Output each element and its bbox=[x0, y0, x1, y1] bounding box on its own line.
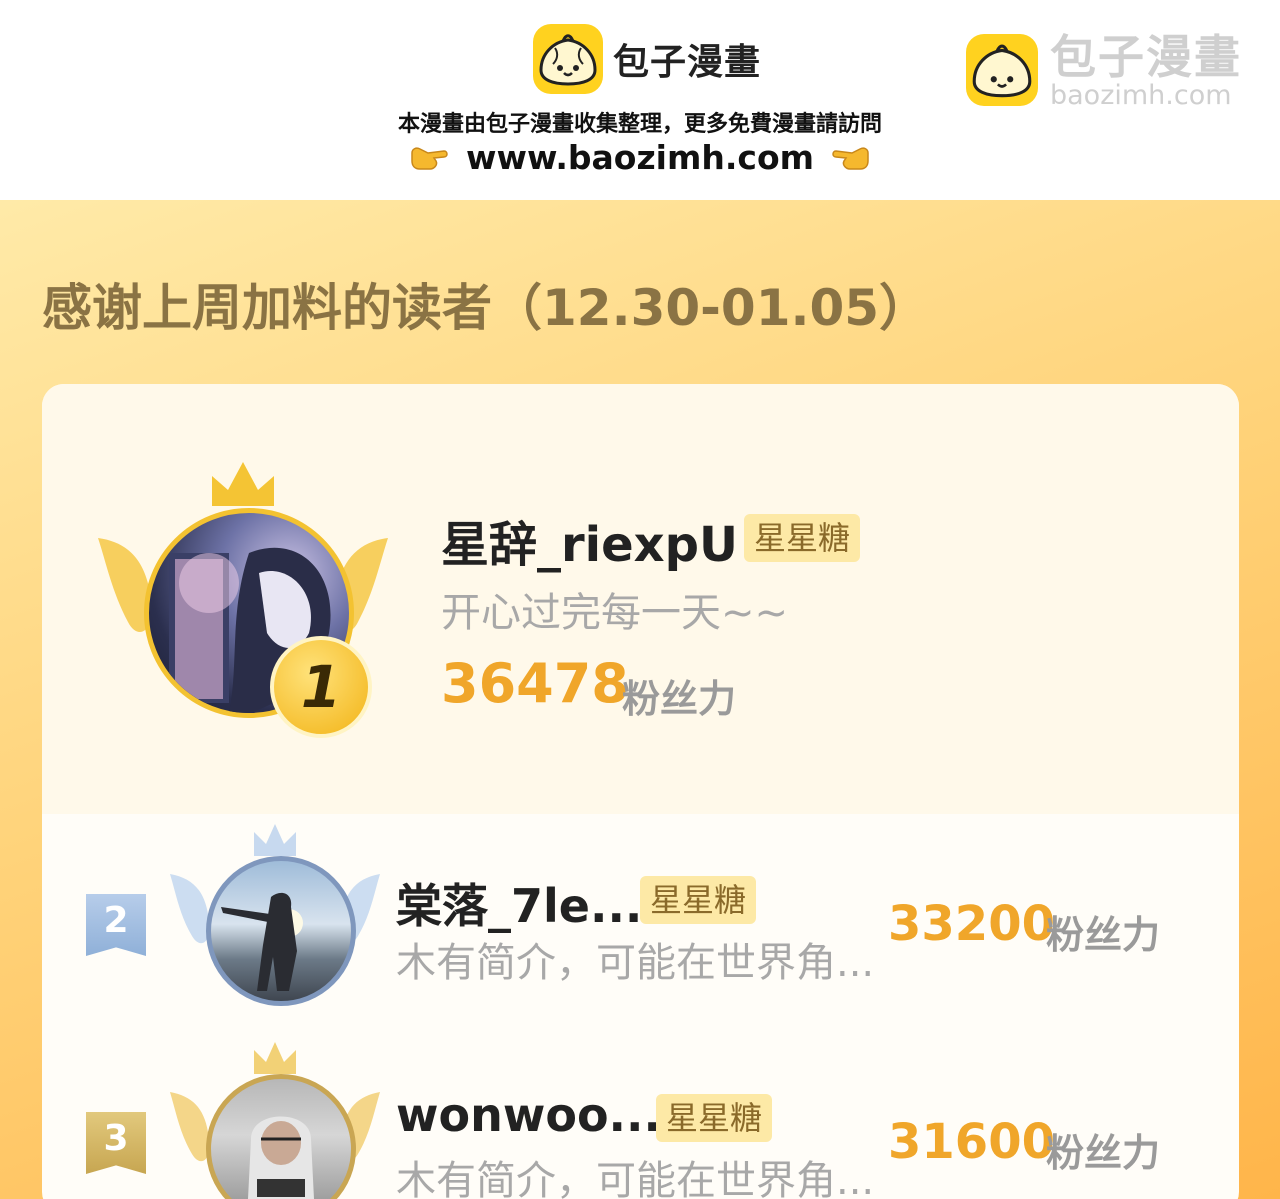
reader-2-bio: 木有简介，可能在世界角... bbox=[396, 940, 875, 986]
pointing-left-icon bbox=[832, 146, 869, 170]
reader-3-score-unit: 粉丝力 bbox=[1046, 1131, 1161, 1175]
reader-3-badge: 星星糖 bbox=[656, 1094, 773, 1142]
watermark-url: baozimh.com bbox=[1050, 80, 1232, 111]
rank-3-number: 3 bbox=[103, 1118, 129, 1159]
banner-title: 感谢上周加料的读者（12.30-01.05） bbox=[42, 279, 930, 337]
top-reader-score: 36478 bbox=[441, 652, 629, 715]
reader-3-score: 31600 bbox=[888, 1114, 1055, 1170]
logo-text: 包子漫畫 bbox=[613, 42, 762, 83]
reader-2-score-unit: 粉丝力 bbox=[1046, 913, 1161, 957]
rank-1-medal: 1 bbox=[270, 636, 372, 738]
bun-watermark-icon bbox=[966, 34, 1038, 106]
rank-3-flag: 3 bbox=[86, 1112, 146, 1174]
pointing-right-icon bbox=[411, 146, 448, 170]
site-logo[interactable]: 包子漫畫 bbox=[533, 24, 761, 94]
reader-3-name[interactable]: wonwoo... bbox=[396, 1088, 661, 1142]
rank-2-flag: 2 bbox=[86, 894, 146, 956]
site-url-link[interactable]: www.baozimh.com bbox=[466, 138, 814, 177]
reader-3-bio: 木有简介，可能在世界角... bbox=[396, 1158, 875, 1199]
top-reader-name[interactable]: 星辞_riexpU bbox=[441, 505, 738, 575]
top-reader-bio: 开心过完每一天~~ bbox=[441, 590, 789, 636]
url-line: www.baozimh.com bbox=[0, 138, 1280, 177]
watermark-title: 包子漫畫 bbox=[1050, 30, 1242, 84]
reader-2-score: 33200 bbox=[888, 896, 1055, 952]
watermark-logo: 包子漫畫 baozimh.com bbox=[966, 30, 1242, 111]
reader-2-avatar[interactable] bbox=[206, 856, 356, 1006]
top-reader-score-unit: 粉丝力 bbox=[622, 677, 737, 721]
reader-2-name[interactable]: 棠落_7le... bbox=[396, 870, 642, 936]
reader-2-badge: 星星糖 bbox=[640, 876, 757, 924]
rank-1-number: 1 bbox=[300, 653, 342, 721]
site-header: 包子漫畫 本漫畫由包子漫畫收集整理，更多免費漫畫請訪問 www.baozimh.… bbox=[0, 0, 1280, 200]
top-reader-badge: 星星糖 bbox=[744, 514, 861, 562]
bun-logo-icon bbox=[533, 24, 603, 94]
rank-2-number: 2 bbox=[103, 900, 129, 941]
